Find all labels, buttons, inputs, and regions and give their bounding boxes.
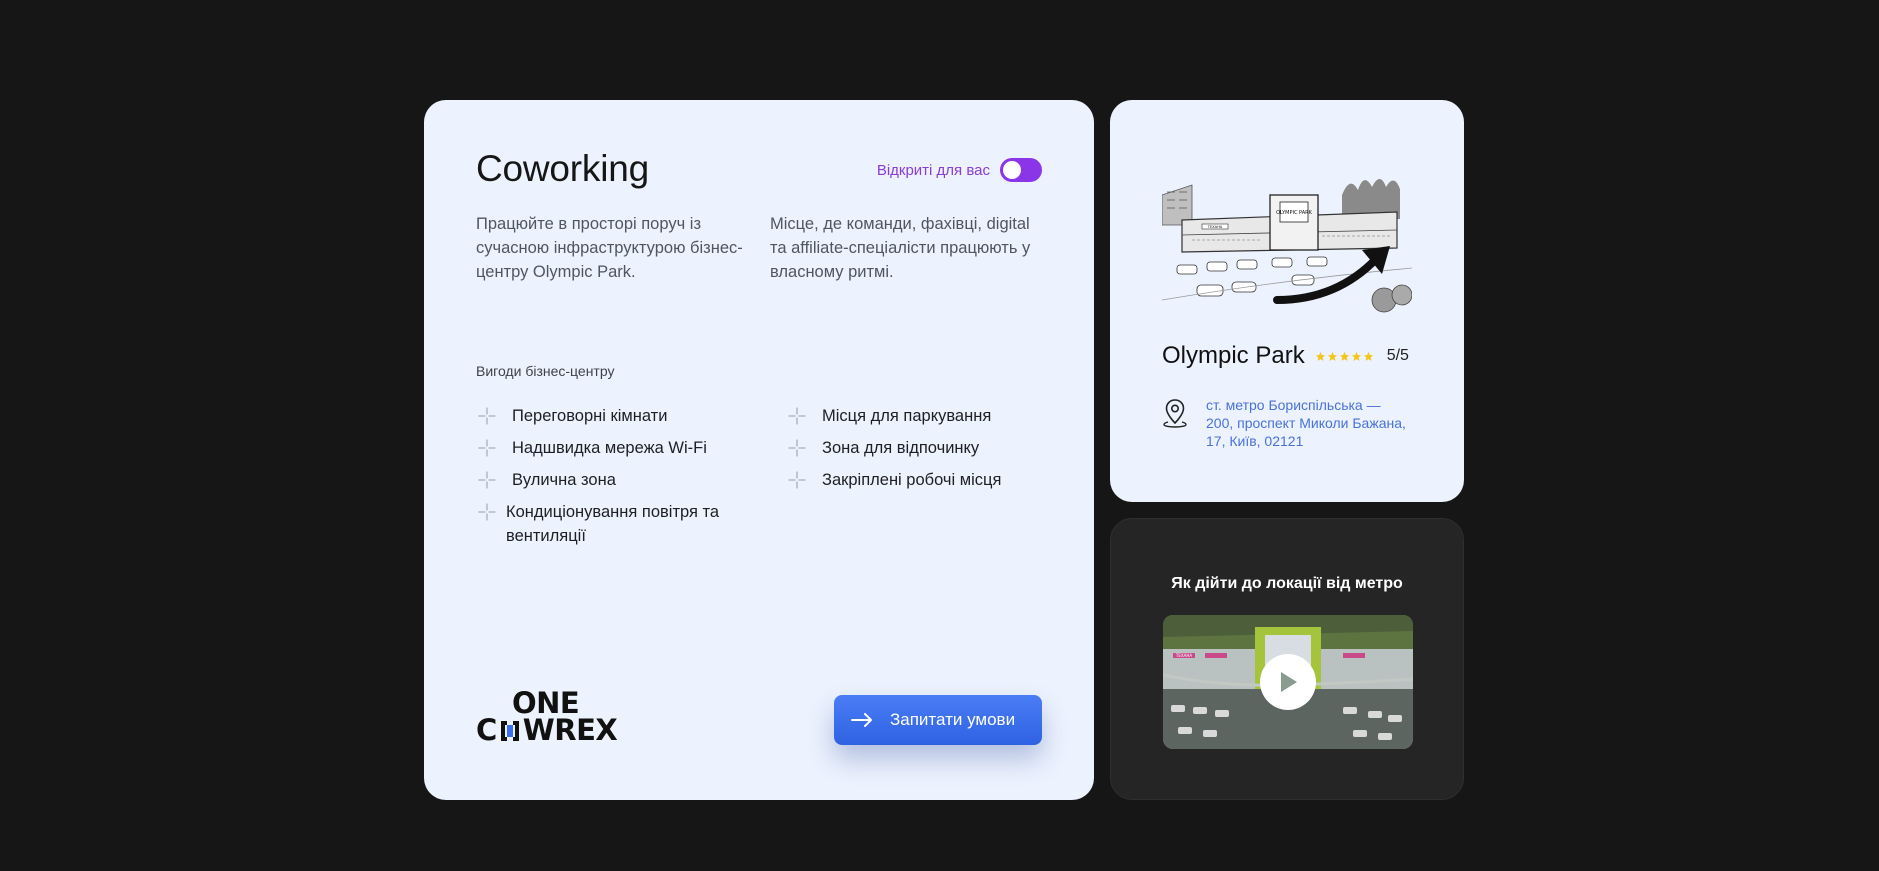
list-item: Переговорні кімнати bbox=[476, 404, 746, 428]
list-item: Кондиціонування повітря та вентиляції bbox=[476, 500, 746, 548]
benefit-label: Кондиціонування повітря та вентиляції bbox=[506, 503, 720, 545]
benefit-label: Вулична зона bbox=[512, 471, 616, 489]
sparkle-icon bbox=[476, 500, 498, 524]
benefit-label: Переговорні кімнати bbox=[512, 407, 668, 425]
star-icon bbox=[1327, 351, 1337, 361]
location-name: Olympic Park 5/5 bbox=[1162, 342, 1409, 370]
list-item: Надшвидка мережа Wi-Fi bbox=[476, 436, 746, 460]
map-pin-icon bbox=[1162, 398, 1188, 433]
coworking-card: Coworking Відкриті для вас Працюйте в пр… bbox=[424, 100, 1094, 800]
logo-letter-c: C bbox=[476, 713, 497, 747]
logo-letters-wrex: WREX bbox=[522, 713, 618, 747]
benefit-list-right: Місця для паркування Зона для відпочинку… bbox=[786, 404, 1056, 500]
availability-toggle[interactable]: Відкриті для вас bbox=[877, 158, 1042, 182]
benefit-label: Закріплені робочі місця bbox=[822, 471, 1002, 489]
play-icon bbox=[1281, 672, 1297, 692]
star-icon bbox=[1315, 351, 1325, 361]
sparkle-icon bbox=[476, 436, 498, 460]
thumb-banner-text: TEXAHA bbox=[1175, 653, 1192, 658]
sparkle-icon bbox=[786, 468, 808, 492]
rating-value: 5/5 bbox=[1386, 347, 1409, 364]
benefit-label: Зона для відпочинку bbox=[822, 439, 980, 457]
rating-stars bbox=[1315, 351, 1374, 362]
brand-logo: ONE C WREX bbox=[476, 689, 618, 747]
logo-line-2: C WREX bbox=[476, 713, 618, 747]
sparkle-icon bbox=[476, 404, 498, 428]
star-icon bbox=[1363, 351, 1373, 361]
video-title: Як дійти до локації від метро bbox=[1171, 575, 1403, 592]
description-right: Місце, де команди, фахівці, digital та a… bbox=[770, 215, 1031, 281]
toggle-knob bbox=[1003, 161, 1021, 179]
list-item: Вулична зона bbox=[476, 468, 746, 492]
arrow-right-icon bbox=[834, 713, 890, 727]
description-left: Працюйте в просторі поруч із сучасною ін… bbox=[476, 215, 743, 281]
star-icon bbox=[1351, 351, 1361, 361]
benefit-list-left: Переговорні кімнати Надшвидка мережа Wi-… bbox=[476, 404, 746, 556]
video-card: Як дійти до локації від метро TEXAHA bbox=[1110, 518, 1464, 800]
building-sign-text: OLYMPIC PARK bbox=[1276, 210, 1313, 216]
sparkle-icon bbox=[786, 436, 808, 460]
benefit-label: Місця для паркування bbox=[822, 407, 992, 425]
logo-bracket-icon bbox=[498, 719, 522, 743]
play-button[interactable] bbox=[1260, 654, 1316, 710]
cta-label: Запитати умови bbox=[890, 710, 1016, 729]
location-title: Olympic Park bbox=[1162, 342, 1305, 369]
sparkle-icon bbox=[786, 404, 808, 428]
list-item: Місця для паркування bbox=[786, 404, 1056, 428]
request-terms-button[interactable]: Запитати умови bbox=[834, 695, 1042, 745]
sparkle-icon bbox=[476, 468, 498, 492]
location-card: OLYMPIC PARK TEXAHA Olympic Park 5/5 ст.… bbox=[1110, 100, 1464, 502]
address-link[interactable]: ст. метро Бориспільська — 200, проспект … bbox=[1206, 396, 1411, 450]
star-icon bbox=[1339, 351, 1349, 361]
benefits-heading: Вигоди бізнес-центру bbox=[476, 363, 615, 379]
toggle-switch[interactable] bbox=[1000, 158, 1042, 182]
card-title: Coworking bbox=[476, 148, 649, 189]
building-illustration: OLYMPIC PARK TEXAHA bbox=[1161, 150, 1413, 318]
video-thumbnail[interactable]: TEXAHA bbox=[1163, 615, 1413, 749]
list-item: Зона для відпочинку bbox=[786, 436, 1056, 460]
building-banner-text: TEXAHA bbox=[1207, 225, 1223, 229]
list-item: Закріплені робочі місця bbox=[786, 468, 1056, 492]
benefit-label: Надшвидка мережа Wi-Fi bbox=[512, 439, 707, 457]
toggle-label: Відкриті для вас bbox=[876, 161, 990, 179]
